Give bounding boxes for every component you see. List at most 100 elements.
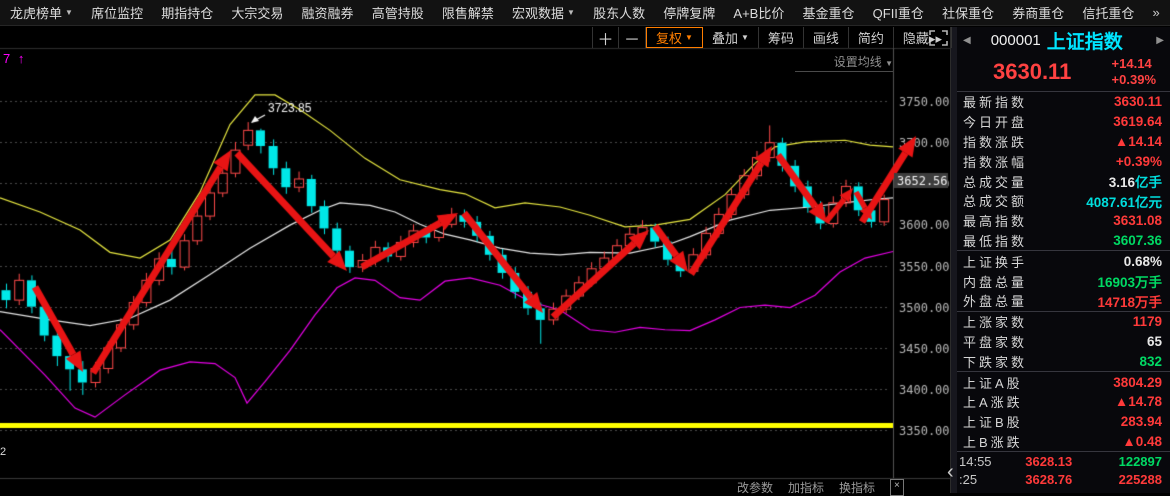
menu-item-2[interactable]: 席位监控 [91, 3, 143, 22]
panel-collapse-handle[interactable]: ‹ [947, 462, 954, 482]
stat-value: ▲14.14 [1115, 134, 1162, 149]
stat-value: 3.16亿手 [1109, 171, 1162, 191]
chevron-down-icon: ▼ [685, 33, 693, 42]
stat-label: 指数涨幅 [963, 152, 1027, 171]
toolbar-画线-button[interactable]: 画线 [804, 27, 849, 48]
menu-item-6[interactable]: 高管持股 [372, 3, 424, 22]
chart-tool-换指标[interactable]: 换指标 [839, 479, 875, 496]
stat-row: 最新指数 3630.11 [951, 92, 1170, 112]
change-value: +14.14 [1112, 56, 1152, 71]
chart-tool-加指标[interactable]: 加指标 [788, 479, 824, 496]
close-icon[interactable]: × [890, 479, 904, 496]
menu-item-14[interactable]: 社保重仓 [942, 3, 994, 22]
menu-item-11[interactable]: A+B比价 [733, 3, 784, 22]
chart-toolbar: ＋－复权▼叠加▼筹码画线简约隐藏▸▸ [592, 27, 952, 48]
chart-bottom-tools: 改参数加指标换指标 × [737, 479, 904, 496]
next-stock-arrow[interactable]: ▶ [1156, 35, 1164, 46]
menu-item-16[interactable]: 信托重仓 [1082, 3, 1134, 22]
stat-row: 最低指数 3607.36 [951, 231, 1170, 251]
stat-label: 最新指数 [963, 92, 1027, 111]
stat-value: +0.39% [1116, 154, 1162, 169]
stat-value: ▲14.78 [1115, 394, 1162, 409]
stat-label: 内盘总量 [963, 272, 1027, 291]
menu-item-3[interactable]: 期指持仓 [161, 3, 213, 22]
menu-item-5[interactable]: 融资融券 [302, 3, 354, 22]
toolbar-复权-button[interactable]: 复权▼ [646, 27, 703, 48]
stat-value: ▲0.48 [1122, 434, 1162, 449]
stat-label: 上涨家数 [963, 312, 1027, 331]
panel-scrollbar[interactable] [951, 27, 957, 493]
stat-value: 65 [1147, 334, 1162, 349]
top-menu-bar: 龙虎榜单▼ 席位监控期指持仓大宗交易融资融券高管持股限售解禁宏观数据▼ 股东人数停牌… [0, 0, 1170, 26]
stat-value: 1179 [1133, 314, 1162, 329]
stat-row: 总成交量 3.16亿手 [951, 171, 1170, 191]
stat-value: 4087.61亿元 [1086, 191, 1162, 211]
ma-settings-dropdown[interactable]: 设置均线 ▼ [795, 53, 893, 72]
chevron-down-icon: ▼ [567, 8, 575, 17]
stat-row: 上证B股 283.94 [951, 412, 1170, 432]
candlestick-chart[interactable] [0, 27, 950, 493]
stat-label: 上B涨跌 [963, 432, 1023, 451]
chart-tool-改参数[interactable]: 改参数 [737, 479, 773, 496]
stat-value: 3619.64 [1113, 114, 1162, 129]
toolbar-简约-button[interactable]: 简约 [849, 27, 894, 48]
price-change: +14.14 +0.39% [1112, 56, 1156, 89]
chevron-down-icon: ▼ [741, 33, 749, 42]
stat-row: 上涨家数 1179 [951, 312, 1170, 332]
stat-label: 总成交额 [963, 191, 1027, 210]
stat-value: 832 [1139, 354, 1162, 369]
stat-row: 最高指数3631.08 [951, 211, 1170, 231]
stat-value: 3631.08 [1113, 213, 1162, 228]
stat-row: 指数涨跌 ▲14.14 [951, 132, 1170, 152]
axis-fragment: 2 [0, 446, 6, 458]
menu-item-9[interactable]: 股东人数 [593, 3, 645, 22]
stat-label: 平盘家数 [963, 332, 1027, 351]
stat-row: 平盘家数 65 [951, 332, 1170, 352]
stat-label: 上证A股 [963, 373, 1023, 392]
stat-label: 指数涨跌 [963, 132, 1027, 151]
zoom-in-button[interactable]: ＋ [592, 27, 619, 48]
menu-item-4[interactable]: 大宗交易 [231, 3, 283, 22]
stat-row: 今日开盘 3619.64 [951, 112, 1170, 132]
stat-label: 上A涨跌 [963, 392, 1023, 411]
stat-row: 上证A股3804.29 [951, 372, 1170, 392]
stat-label: 最低指数 [963, 231, 1027, 250]
stat-value: 3607.36 [1113, 233, 1162, 248]
menu-overflow-icon[interactable]: » [1153, 5, 1160, 20]
quote-panel: ◀ 000001 上证指数 ▶ 3630.11 +14.14 +0.39% 最新… [950, 27, 1170, 493]
stat-row: 外盘总量 14718万手 [951, 291, 1170, 311]
stat-label: 上证B股 [963, 412, 1023, 431]
menu-item-7[interactable]: 限售解禁 [442, 3, 494, 22]
toolbar-隐藏▸▸-button[interactable]: 隐藏▸▸ [894, 27, 952, 48]
toolbar-筹码-button[interactable]: 筹码 [759, 27, 804, 48]
menu-item-13[interactable]: QFII重仓 [873, 3, 924, 22]
stat-label: 上证换手 [963, 252, 1027, 271]
toolbar-叠加-button[interactable]: 叠加▼ [703, 27, 759, 48]
stat-value: 16903万手 [1097, 271, 1162, 291]
zoom-out-button[interactable]: － [619, 27, 646, 48]
stat-value: 283.94 [1121, 414, 1162, 429]
menu-item-15[interactable]: 券商重仓 [1012, 3, 1064, 22]
menu-item-10[interactable]: 停牌复牌 [663, 3, 715, 22]
stat-row: 下跌家数 832 [951, 351, 1170, 371]
stat-row: 上证换手 0.68% [951, 251, 1170, 271]
stat-label: 外盘总量 [963, 291, 1027, 310]
stat-row: 上B涨跌 ▲0.48 [951, 432, 1170, 452]
stat-value: 14718万手 [1097, 291, 1162, 311]
menu-item-1[interactable]: 龙虎榜单▼ [10, 3, 73, 22]
tick-row: 14:553628.13122897 [951, 452, 1170, 470]
menu-item-8[interactable]: 宏观数据▼ [512, 3, 575, 22]
stat-label: 今日开盘 [963, 112, 1027, 131]
stat-value: 0.68% [1124, 254, 1162, 269]
stat-row: 指数涨幅 +0.39% [951, 151, 1170, 171]
stock-name: 上证指数 [1047, 27, 1151, 54]
stat-value: 3630.11 [1114, 94, 1162, 109]
stat-row: 上A涨跌 ▲14.78 [951, 392, 1170, 412]
stat-unit: 亿手 [1135, 175, 1162, 190]
stat-label: 下跌家数 [963, 352, 1027, 371]
stat-label: 总成交量 [963, 172, 1027, 191]
stat-row: 内盘总量 16903万手 [951, 271, 1170, 291]
tick-row: :253628.76225288 [951, 470, 1170, 488]
menu-item-12[interactable]: 基金重仓 [802, 3, 854, 22]
prev-stock-arrow[interactable]: ◀ [963, 35, 971, 46]
